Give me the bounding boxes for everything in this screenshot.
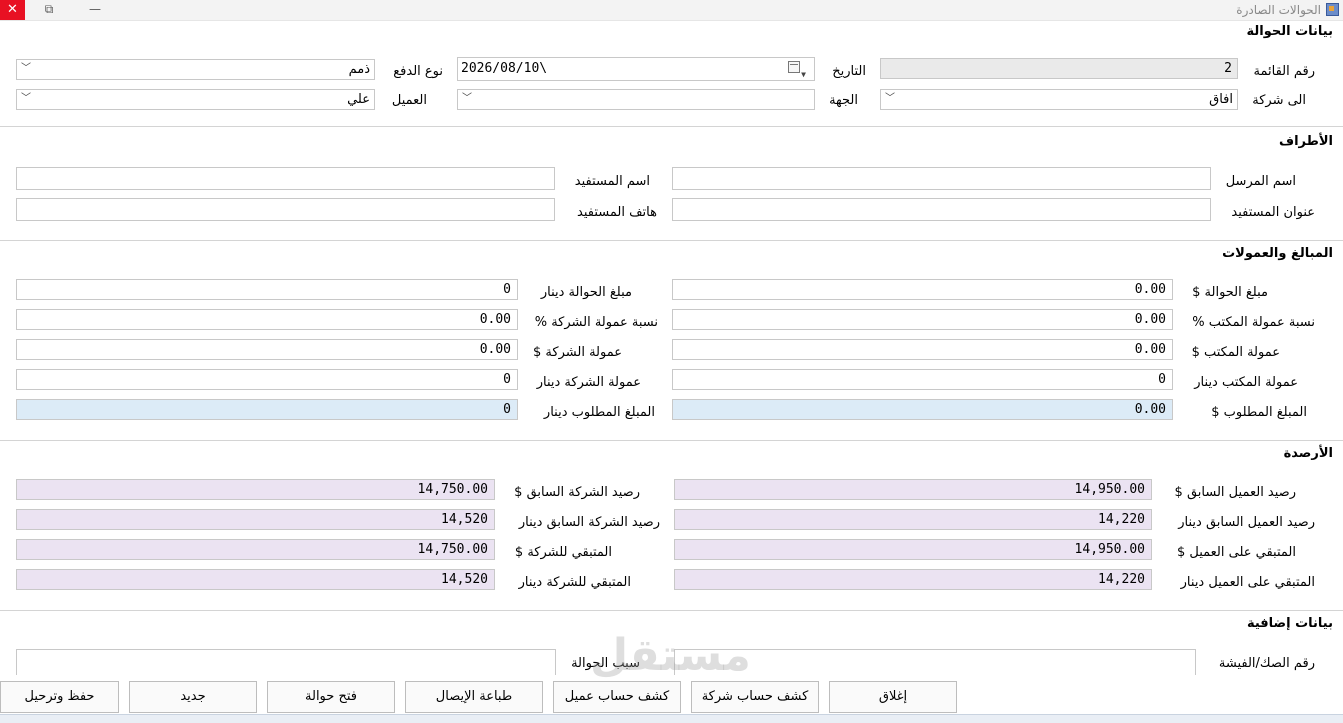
section-title-extra: بيانات إضافية	[1246, 616, 1333, 631]
close-window-button[interactable]: ✕	[0, 0, 25, 20]
customer-remaining-iqd-label: المتبقي على العميل دينار	[1180, 575, 1315, 590]
customer-remaining-iqd-field: 14,220	[674, 569, 1152, 590]
chevron-down-icon: ﹀	[21, 63, 31, 74]
company-prev-iqd-field: 14,520	[16, 509, 495, 530]
customer-statement-button[interactable]: كشف حساب عميل	[553, 681, 681, 713]
date-label: التاريخ	[832, 64, 866, 79]
payment-type-select[interactable]: ذمم ﹀	[16, 59, 375, 80]
section-title-balances: الأرصدة	[1283, 446, 1333, 461]
section-title-amounts: المبالغ والعمولات	[1222, 246, 1333, 261]
amount-iqd-input[interactable]: 0	[16, 279, 518, 300]
company-commission-iqd-label: عمولة الشركة دينار	[536, 375, 641, 390]
sender-label: اسم المرسل	[1225, 174, 1296, 189]
company-commission-iqd-input[interactable]: 0	[16, 369, 518, 390]
company-prev-usd-field: 14,750.00	[16, 479, 495, 500]
required-iqd-label: المبلغ المطلوب دينار	[543, 405, 655, 420]
list-number-label: رقم القائمة	[1253, 64, 1316, 79]
beneficiary-input[interactable]	[16, 167, 555, 190]
company-commission-pct-label: نسبة عمولة الشركة %	[534, 315, 658, 330]
beneficiary-address-label: عنوان المستفيد	[1231, 205, 1315, 220]
customer-prev-iqd-label: رصيد العميل السابق دينار	[1178, 515, 1315, 530]
chevron-down-icon: ﹀	[21, 93, 31, 104]
amount-usd-input[interactable]: 0.00	[672, 279, 1173, 300]
destination-label: الجهة	[829, 93, 858, 108]
title-bar	[0, 0, 1343, 21]
company-commission-usd-label: عمولة الشركة $	[533, 345, 622, 360]
to-company-value: افاق	[1209, 92, 1233, 107]
voucher-number-label: رقم الصك/الفيشة	[1218, 656, 1315, 671]
close-button[interactable]: إغلاق	[829, 681, 957, 713]
voucher-number-input[interactable]	[674, 649, 1196, 675]
customer-label: العميل	[391, 93, 427, 108]
customer-value: علي	[347, 92, 370, 107]
customer-prev-iqd-field: 14,220	[674, 509, 1152, 530]
office-commission-pct-label: نسبة عمولة المكتب %	[1192, 315, 1315, 330]
company-statement-button[interactable]: كشف حساب شركة	[691, 681, 819, 713]
section-title-transfer: بيانات الحوالة	[1246, 24, 1334, 39]
customer-select[interactable]: علي ﹀	[16, 89, 375, 110]
divider	[0, 610, 1343, 611]
window-title: الحوالات الصادرة	[1236, 3, 1321, 17]
customer-prev-usd-field: 14,950.00	[674, 479, 1152, 500]
office-commission-usd-input[interactable]: 0.00	[672, 339, 1173, 360]
company-prev-iqd-label: رصيد الشركة السابق دينار	[518, 515, 660, 530]
amount-iqd-label: مبلغ الحوالة دينار	[540, 285, 632, 300]
section-title-parties: الأطراف	[1278, 134, 1333, 149]
list-number-field[interactable]: 2	[880, 58, 1238, 79]
date-picker[interactable]: 2026/08/10\ ▼	[457, 57, 815, 81]
minimize-window-button[interactable]: —	[80, 0, 110, 20]
beneficiary-phone-input[interactable]	[16, 198, 555, 221]
company-remaining-usd-label: المتبقي للشركة $	[514, 545, 612, 560]
transfer-reason-input[interactable]	[16, 649, 556, 675]
company-remaining-usd-field: 14,750.00	[16, 539, 495, 560]
office-commission-iqd-input[interactable]: 0	[672, 369, 1173, 390]
office-commission-iqd-label: عمولة المكتب دينار	[1194, 375, 1298, 390]
to-company-label: الى شركة	[1252, 93, 1306, 108]
office-commission-pct-input[interactable]: 0.00	[672, 309, 1173, 330]
required-usd-field: 0.00	[672, 399, 1173, 420]
divider	[0, 240, 1343, 241]
new-button[interactable]: جديد	[129, 681, 257, 713]
beneficiary-phone-label: هاتف المستفيد	[577, 205, 657, 220]
customer-remaining-usd-field: 14,950.00	[674, 539, 1152, 560]
payment-type-value: ذمم	[348, 62, 370, 77]
required-iqd-field: 0	[16, 399, 518, 420]
save-and-post-button[interactable]: حفظ وترحيل	[0, 681, 119, 713]
to-company-select[interactable]: افاق ﹀	[880, 89, 1238, 110]
amount-usd-label: مبلغ الحوالة $	[1192, 285, 1268, 300]
divider	[0, 126, 1343, 127]
sender-input[interactable]	[672, 167, 1211, 190]
destination-select[interactable]: ﹀	[457, 89, 815, 110]
beneficiary-address-input[interactable]	[672, 198, 1211, 221]
beneficiary-label: اسم المستفيد	[574, 174, 650, 189]
open-transfer-button[interactable]: فتح حوالة	[267, 681, 395, 713]
calendar-icon[interactable]: ▼	[788, 61, 806, 79]
customer-remaining-usd-label: المتبقي على العميل $	[1176, 545, 1296, 560]
print-receipt-button[interactable]: طباعة الإيصال	[405, 681, 543, 713]
required-usd-label: المبلغ المطلوب $	[1211, 405, 1307, 420]
company-remaining-iqd-label: المتبقي للشركة دينار	[518, 575, 631, 590]
chevron-down-icon: ﹀	[462, 93, 472, 104]
restore-window-button[interactable]: ⧉	[34, 0, 64, 20]
company-commission-usd-input[interactable]: 0.00	[16, 339, 518, 360]
company-remaining-iqd-field: 14,520	[16, 569, 495, 590]
payment-type-label: نوع الدفع	[393, 64, 443, 79]
company-prev-usd-label: رصيد الشركة السابق $	[514, 485, 640, 500]
divider	[0, 440, 1343, 441]
office-commission-usd-label: عمولة المكتب $	[1191, 345, 1280, 360]
watermark-logo: مستقل	[590, 630, 751, 681]
app-icon	[1326, 3, 1339, 16]
chevron-down-icon: ﹀	[885, 93, 895, 104]
date-value: 2026/08/10\	[461, 61, 548, 76]
customer-prev-usd-label: رصيد العميل السابق $	[1174, 485, 1296, 500]
company-commission-pct-input[interactable]: 0.00	[16, 309, 518, 330]
